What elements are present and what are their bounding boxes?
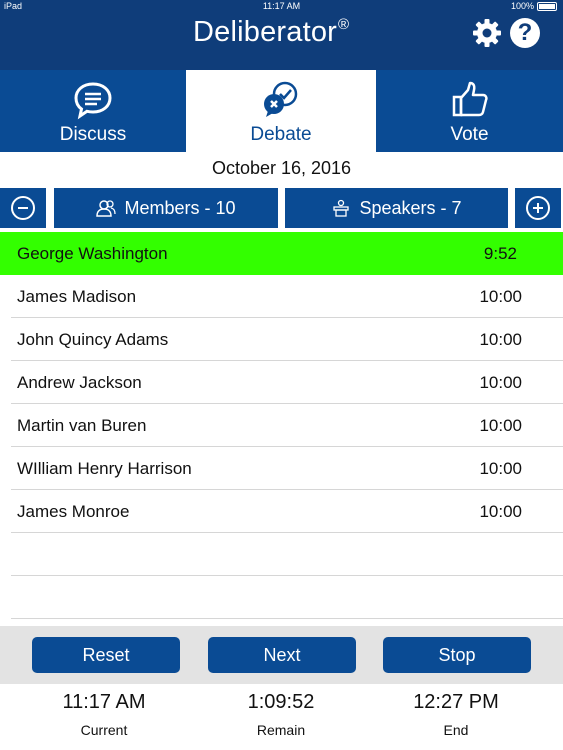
current-time-label: Current — [80, 722, 128, 738]
empty-row — [11, 533, 563, 576]
current-time-block: 11:17 AM Current — [24, 684, 184, 738]
speakers-button[interactable]: Speakers - 7 — [285, 188, 508, 228]
members-button[interactable]: Members - 10 — [54, 188, 278, 228]
add-speaker-button[interactable] — [515, 188, 561, 228]
next-button[interactable]: Next — [208, 637, 356, 673]
members-label: Members - 10 — [124, 197, 236, 218]
speakers-label: Speakers - 7 — [359, 197, 462, 218]
app-title: Deliberator® — [193, 16, 349, 49]
speaker-time: 10:00 — [479, 459, 522, 478]
reset-button[interactable]: Reset — [32, 637, 180, 673]
remain-time-block: 1:09:52 Remain — [201, 684, 361, 738]
speaker-row[interactable]: James Madison 10:00 — [11, 275, 563, 318]
end-time-block: 12:27 PM End — [376, 684, 536, 738]
stop-button[interactable]: Stop — [383, 637, 531, 673]
session-date: October 16, 2016 — [211, 158, 352, 178]
battery-percent: 100% — [510, 1, 534, 11]
debate-bubbles-icon — [264, 81, 298, 117]
speaker-time: 10:00 — [479, 502, 522, 521]
empty-row — [11, 576, 563, 619]
app-title-text: Deliberator — [193, 16, 338, 48]
end-time-value: 12:27 PM — [413, 691, 499, 713]
tab-bar: Discuss Debate Vote — [0, 70, 563, 152]
status-time: 11:17 AM — [262, 1, 301, 11]
question-icon[interactable]: ? — [510, 18, 540, 48]
speaker-row[interactable]: Andrew Jackson 10:00 — [11, 361, 563, 404]
speaker-name: WIlliam Henry Harrison — [17, 459, 192, 478]
minus-circle-icon — [11, 196, 35, 220]
current-time-value: 11:17 AM — [62, 691, 146, 713]
tab-vote[interactable]: Vote — [376, 70, 563, 152]
speaker-row-current[interactable]: George Washington 9:52 — [0, 232, 563, 275]
chat-bubble-icon — [74, 82, 112, 120]
speaker-name: Andrew Jackson — [17, 373, 142, 392]
remain-time-value: 1:09:52 — [247, 691, 315, 713]
speaker-name: George Washington — [17, 244, 168, 263]
plus-circle-icon — [526, 196, 550, 220]
tab-vote-label: Vote — [450, 124, 489, 145]
speaker-row[interactable]: John Quincy Adams 10:00 — [11, 318, 563, 361]
speaker-time: 10:00 — [479, 416, 522, 435]
speaker-name: James Monroe — [17, 502, 130, 521]
thumbs-up-icon — [452, 81, 488, 117]
speaker-name: James Madison — [17, 287, 137, 306]
speaker-time: 10:00 — [479, 330, 522, 349]
speaker-time: 9:52 — [483, 244, 517, 263]
app-header: iPad 11:17 AM 100% Deliberator® ? — [0, 0, 563, 70]
tab-debate-label: Debate — [250, 124, 312, 145]
speaker-row[interactable]: Martin van Buren 10:00 — [11, 404, 563, 447]
remain-time-label: Remain — [256, 722, 306, 738]
remove-speaker-button[interactable] — [0, 188, 46, 228]
registered-mark: ® — [338, 16, 350, 33]
tab-discuss-label: Discuss — [59, 124, 127, 145]
clock-readouts: 11:17 AM Current 1:09:52 Remain 12:27 PM… — [0, 684, 563, 750]
gear-icon[interactable] — [472, 18, 502, 48]
end-time-label: End — [443, 722, 469, 738]
speaker-time: 10:00 — [479, 287, 522, 306]
battery-icon — [537, 1, 557, 11]
speaker-time: 10:00 — [479, 373, 522, 392]
members-icon — [96, 200, 117, 217]
speaker-name: Martin van Buren — [17, 416, 147, 435]
tab-discuss[interactable]: Discuss — [0, 70, 186, 152]
podium-icon — [333, 199, 350, 217]
status-bar: iPad 11:17 AM 100% — [0, 0, 563, 12]
tab-debate[interactable]: Debate — [186, 70, 376, 152]
speaker-row[interactable]: James Monroe 10:00 — [11, 490, 563, 533]
timer-controls: Reset Next Stop — [0, 626, 563, 684]
speaker-row[interactable]: WIlliam Henry Harrison 10:00 — [11, 447, 563, 490]
battery-status: 100% — [511, 0, 557, 12]
speaker-name: John Quincy Adams — [17, 330, 169, 349]
